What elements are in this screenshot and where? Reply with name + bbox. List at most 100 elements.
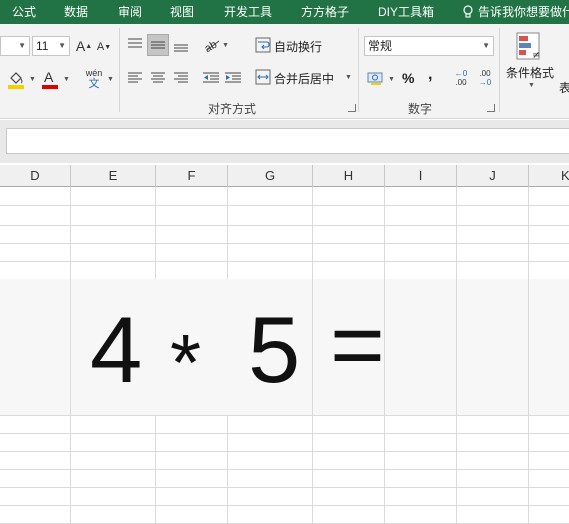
alignment-group-label: 对齐方式: [208, 102, 257, 116]
row-gridline: [0, 415, 569, 416]
column-gridline: [528, 187, 529, 524]
tell-me-box[interactable]: 告诉我你想要做什: [462, 0, 569, 24]
decrease-decimal-label: .00: [479, 69, 491, 78]
tab-ffcell[interactable]: 方方格子: [301, 0, 349, 24]
column-header-k[interactable]: K: [529, 165, 569, 187]
row-gridline: [0, 243, 569, 244]
chevron-down-icon[interactable]: ▼: [107, 76, 114, 83]
font-name-combo[interactable]: ▼: [0, 36, 30, 56]
tab-view[interactable]: 视图: [170, 0, 194, 24]
chevron-down-icon[interactable]: ▼: [528, 82, 535, 89]
cell-h-value[interactable]: =: [330, 298, 385, 392]
font-size-combo[interactable]: 11 ▼: [32, 36, 70, 56]
chevron-down-icon: ▼: [58, 41, 66, 50]
number-format-combo[interactable]: 常规 ▼: [364, 36, 494, 56]
chevron-down-icon: ▼: [18, 41, 26, 50]
tab-diy-toolbox[interactable]: DIY工具箱: [378, 0, 434, 24]
svg-text:≠: ≠: [532, 50, 540, 61]
row-gridline: [0, 505, 569, 506]
row-gridline: [0, 225, 569, 226]
increase-indent-button[interactable]: [224, 68, 242, 88]
arrow-right-icon: →0: [478, 78, 492, 87]
fill-color-button[interactable]: [6, 68, 26, 90]
number-dialog-launcher-icon[interactable]: [487, 104, 495, 112]
column-header-d[interactable]: D: [0, 165, 71, 187]
grow-font-label: A: [75, 38, 86, 54]
shrink-font-button[interactable]: A ▼: [97, 38, 111, 56]
font-color-button[interactable]: A: [40, 68, 60, 90]
accounting-format-button[interactable]: [366, 68, 386, 88]
column-header-row: D E F G H I J K: [0, 165, 569, 187]
formula-input[interactable]: [6, 128, 569, 154]
conditional-format-icon: ≠: [514, 30, 544, 62]
shrink-font-label: A: [96, 41, 105, 53]
row-gridline: [0, 261, 569, 262]
comma-button[interactable]: ,: [428, 66, 432, 84]
grow-font-button[interactable]: A ▲: [76, 36, 92, 56]
wrap-text-button[interactable]: 自动换行: [274, 38, 322, 55]
font-size-value: 11: [36, 39, 49, 53]
ribbon-tab-bar: 公式 数据 审阅 视图 开发工具 方方格子 DIY工具箱 告诉我你想要做什: [0, 0, 569, 24]
chevron-down-icon[interactable]: ▼: [222, 42, 229, 49]
column-gridline: [70, 187, 71, 524]
column-gridline: [312, 187, 313, 524]
cell-g-value[interactable]: 5: [248, 303, 300, 397]
align-middle-button[interactable]: [147, 34, 169, 56]
number-group-label: 数字: [408, 102, 433, 116]
align-left-icon: [128, 72, 142, 83]
tab-review[interactable]: 审阅: [118, 0, 142, 24]
cell-e-value[interactable]: 4: [90, 303, 142, 397]
column-header-f[interactable]: F: [156, 165, 228, 187]
group-separator: [499, 28, 500, 112]
phonetic-bottom: 文: [88, 78, 100, 90]
group-separator: [358, 28, 359, 112]
column-gridline: [227, 415, 228, 524]
column-header-h[interactable]: H: [313, 165, 385, 187]
align-bottom-button[interactable]: [172, 36, 190, 56]
align-right-button[interactable]: [172, 68, 190, 88]
increase-decimal-label: .00: [455, 78, 467, 87]
chevron-down-icon[interactable]: ▼: [63, 76, 70, 83]
column-header-g[interactable]: G: [228, 165, 313, 187]
cell-f-value[interactable]: *: [170, 316, 201, 410]
paint-bucket-icon: [8, 72, 24, 89]
decrease-indent-icon: [203, 72, 219, 83]
alignment-dialog-launcher-icon[interactable]: [348, 104, 356, 112]
tab-data[interactable]: 数据: [64, 0, 88, 24]
chevron-down-icon[interactable]: ▼: [29, 76, 36, 83]
chevron-down-icon: ▼: [482, 41, 490, 50]
align-top-icon: [128, 38, 142, 48]
orientation-button[interactable]: ab: [202, 34, 222, 54]
wrap-text-icon: [254, 36, 272, 54]
group-separator: [119, 28, 120, 112]
column-gridline: [155, 415, 156, 524]
column-header-e[interactable]: E: [71, 165, 156, 187]
align-center-button[interactable]: [149, 68, 167, 88]
tab-formulas[interactable]: 公式: [12, 0, 36, 24]
increase-indent-icon: [225, 72, 241, 83]
align-top-button[interactable]: [126, 34, 144, 54]
phonetic-button[interactable]: wén 文: [82, 66, 106, 92]
svg-text:A: A: [44, 69, 54, 85]
merge-center-icon: [254, 68, 272, 86]
column-gridline: [456, 187, 457, 524]
column-gridline: [155, 187, 156, 279]
column-header-j[interactable]: J: [457, 165, 529, 187]
increase-decimal-button[interactable]: ←0 .00: [450, 66, 472, 90]
percent-button[interactable]: %: [402, 70, 414, 86]
align-middle-icon: [151, 41, 165, 49]
decrease-decimal-button[interactable]: .00 →0: [474, 66, 496, 90]
format-as-table-button[interactable]: 表: [559, 79, 569, 96]
decrease-indent-button[interactable]: [202, 68, 220, 88]
align-left-button[interactable]: [126, 68, 144, 88]
conditional-format-button[interactable]: 条件格式: [506, 64, 554, 81]
chevron-down-icon[interactable]: ▼: [345, 74, 352, 81]
text-orientation-icon: ab: [203, 39, 220, 52]
merge-center-button[interactable]: 合并后居中: [274, 70, 334, 87]
column-gridline: [227, 187, 228, 279]
tab-developer[interactable]: 开发工具: [224, 0, 272, 24]
chevron-down-icon[interactable]: ▼: [388, 76, 395, 83]
lightbulb-icon: [463, 5, 473, 18]
column-header-i[interactable]: I: [385, 165, 457, 187]
align-bottom-icon: [174, 44, 188, 52]
